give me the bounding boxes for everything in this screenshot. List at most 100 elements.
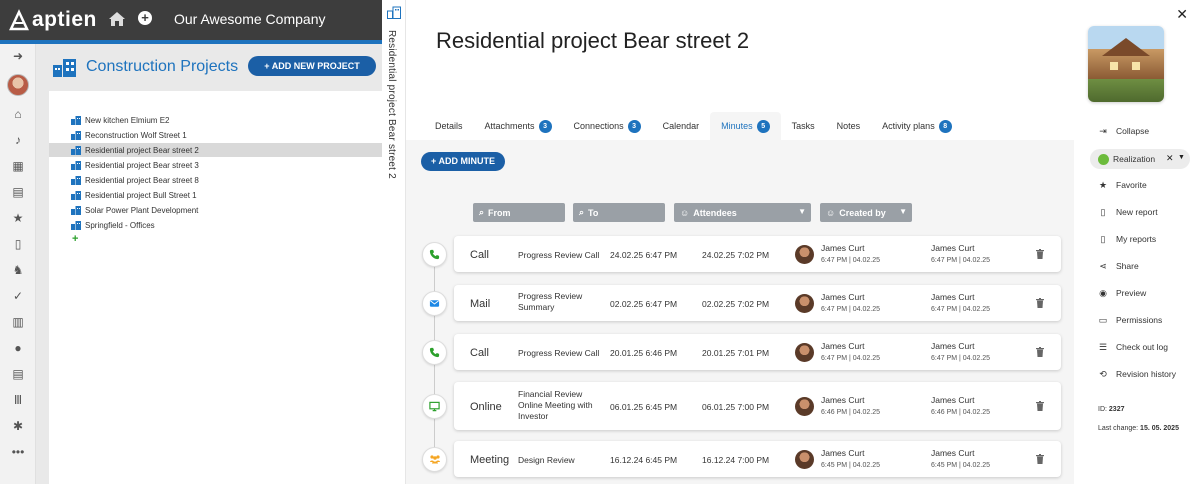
project-list-item[interactable]: Residential project Bull Street 1 [49, 188, 382, 202]
collapsed-detail-strip[interactable]: Residential project Bear street 2 [382, 0, 406, 484]
minute-to: 06.01.25 7:00 PM [702, 402, 770, 412]
star-icon[interactable]: ★ [10, 210, 26, 226]
user-avatar[interactable] [7, 74, 29, 96]
action-my-reports[interactable]: ▯ My reports [1098, 231, 1157, 247]
project-name: Residential project Bear street 8 [85, 175, 199, 185]
project-list-item[interactable]: Residential project Bear street 2 [49, 143, 382, 157]
calendar-icon[interactable]: ▦ [10, 158, 26, 174]
company-name[interactable]: Our Awesome Company [174, 11, 325, 27]
tab-details[interactable]: Details [424, 112, 474, 140]
bell-icon[interactable]: ♪ [10, 132, 26, 148]
action-preview[interactable]: ◉ Preview [1098, 285, 1146, 301]
add-project-plus-icon[interactable]: + [72, 233, 78, 245]
tab-connections[interactable]: Connections 3 [563, 112, 652, 140]
building-icon [71, 145, 81, 155]
project-list-item[interactable]: Solar Power Plant Development [49, 203, 382, 217]
app-logo[interactable]: aptien [8, 8, 97, 32]
project-list-item[interactable]: Residential project Bear street 8 [49, 173, 382, 187]
project-list-item[interactable]: Springfield - Offices [49, 218, 382, 232]
minute-row[interactable]: Mail Progress Review Summary 02.02.25 6:47… [454, 285, 1061, 321]
trash-icon[interactable] [1036, 401, 1044, 411]
filter-attendees[interactable]: ☺ Attendees ▼ [674, 203, 811, 222]
home-icon[interactable] [108, 11, 126, 27]
person-icon[interactable]: ● [10, 340, 26, 356]
minute-row[interactable]: Online Financial Review Online Meeting wi… [454, 382, 1061, 430]
tab-notes[interactable]: Notes [826, 112, 872, 140]
network-icon[interactable]: ✱ [10, 418, 26, 434]
dog-icon[interactable]: ♞ [10, 262, 26, 278]
status-badge[interactable]: Realization ✕ ▼ [1090, 149, 1190, 169]
reports-icon: ▯ [1100, 233, 1106, 244]
filter-created-by-label: Created by [839, 207, 886, 218]
project-list-item[interactable]: Reconstruction Wolf Street 1 [49, 128, 382, 142]
tab-calendar[interactable]: Calendar [652, 112, 711, 140]
expand-icon[interactable]: ➜ [10, 48, 26, 64]
attendee-avatar[interactable] [795, 397, 814, 416]
home-nav-icon[interactable]: ⌂ [10, 106, 26, 122]
creator-time: 6:45 PM | 04.02.25 [931, 462, 991, 469]
tab-label: Tasks [791, 121, 815, 131]
add-new-project-button[interactable]: + ADD NEW PROJECT [248, 56, 376, 76]
project-list-item[interactable]: New kitchen Elmium E2 [49, 113, 382, 127]
project-list-item[interactable]: Residential project Bear street 3 [49, 158, 382, 172]
project-thumbnail[interactable] [1088, 26, 1164, 102]
minute-subject[interactable]: Financial Review Online Meeting with Inv… [518, 389, 600, 422]
report-icon[interactable]: ▥ [10, 314, 26, 330]
phone-icon [422, 339, 447, 365]
trash-icon[interactable] [1036, 249, 1044, 259]
creator: James Curt 6:47 PM | 04.02.25 [931, 292, 990, 315]
creator: James Curt 6:47 PM | 04.02.25 [931, 243, 990, 266]
attendee-avatar[interactable] [795, 450, 814, 469]
action-revision-history[interactable]: ⟲ Revision history [1098, 366, 1176, 382]
document-icon[interactable]: ▯ [10, 236, 26, 252]
id-value: 2327 [1108, 406, 1125, 413]
attendee-avatar[interactable] [795, 343, 814, 362]
tab-activity-plans[interactable]: Activity plans 8 [871, 112, 963, 140]
clipboard-icon[interactable]: ▤ [10, 184, 26, 200]
tab-label: Details [435, 121, 463, 131]
trash-icon[interactable] [1036, 454, 1044, 464]
tab-minutes[interactable]: Minutes 5 [710, 112, 781, 140]
more-icon[interactable]: ••• [10, 444, 26, 460]
minute-subject[interactable]: Progress Review Call [518, 348, 600, 359]
building-icon [71, 130, 81, 140]
collapse-button[interactable]: ⇥ Collapse [1098, 123, 1149, 139]
attendee-avatar[interactable] [795, 245, 814, 264]
filter-from[interactable]: ⌕ From [473, 203, 565, 222]
creator-name: James Curt [931, 341, 975, 351]
action-favorite[interactable]: ★ Favorite [1098, 177, 1147, 193]
action-check-out-log[interactable]: ☰ Check out log [1098, 339, 1168, 355]
attendee-avatar[interactable] [795, 294, 814, 313]
minute-row[interactable]: Call Progress Review Call 20.01.25 6:46 PM… [454, 334, 1061, 370]
action-new-report[interactable]: ▯ New report [1098, 204, 1158, 220]
filter-to[interactable]: ⌕ To [573, 203, 665, 222]
minute-type: Online [470, 401, 502, 413]
attendee-time: 6:47 PM | 04.02.25 [821, 355, 881, 362]
action-share[interactable]: ⋖ Share [1098, 258, 1139, 274]
trash-icon[interactable] [1036, 298, 1044, 308]
action-label: Share [1116, 261, 1139, 271]
minute-subject[interactable]: Progress Review Summary [518, 291, 600, 313]
minute-row[interactable]: Call Progress Review Call 24.02.25 6:47 PM… [454, 236, 1061, 272]
clipboard-list-icon[interactable]: ▤ [10, 366, 26, 382]
minute-row[interactable]: Meeting Design Review 16.12.24 6:45 PM 16.1… [454, 441, 1061, 477]
minute-from: 16.12.24 6:45 PM [610, 455, 678, 465]
minute-subject[interactable]: Design Review [518, 455, 600, 466]
minute-subject[interactable]: Progress Review Call [518, 250, 600, 261]
attendee-name: James Curt [821, 341, 865, 351]
tab-attachments[interactable]: Attachments 3 [474, 112, 563, 140]
filter-created-by[interactable]: ☺ Created by ▼ [820, 203, 912, 222]
action-permissions[interactable]: ▭ Permissions [1098, 312, 1163, 328]
add-minute-button[interactable]: + ADD MINUTE [421, 152, 505, 171]
books-icon[interactable]: Ⅲ [10, 392, 26, 408]
tab-tasks[interactable]: Tasks [781, 112, 826, 140]
chevron-down-icon[interactable]: ▼ [1178, 154, 1185, 161]
star-icon: ★ [1098, 179, 1108, 190]
trash-icon[interactable] [1036, 347, 1044, 357]
left-nav: ➜ ⌂ ♪ ▦ ▤ ★ ▯ ♞ ✓ ▥ ● ▤ Ⅲ ✱ ••• [0, 44, 36, 484]
check-circle-icon[interactable]: ✓ [10, 288, 26, 304]
minute-type: Call [470, 347, 489, 359]
add-icon[interactable]: + [138, 11, 152, 25]
clear-status-icon[interactable]: ✕ [1166, 153, 1174, 164]
close-icon[interactable]: ✕ [1176, 6, 1188, 23]
